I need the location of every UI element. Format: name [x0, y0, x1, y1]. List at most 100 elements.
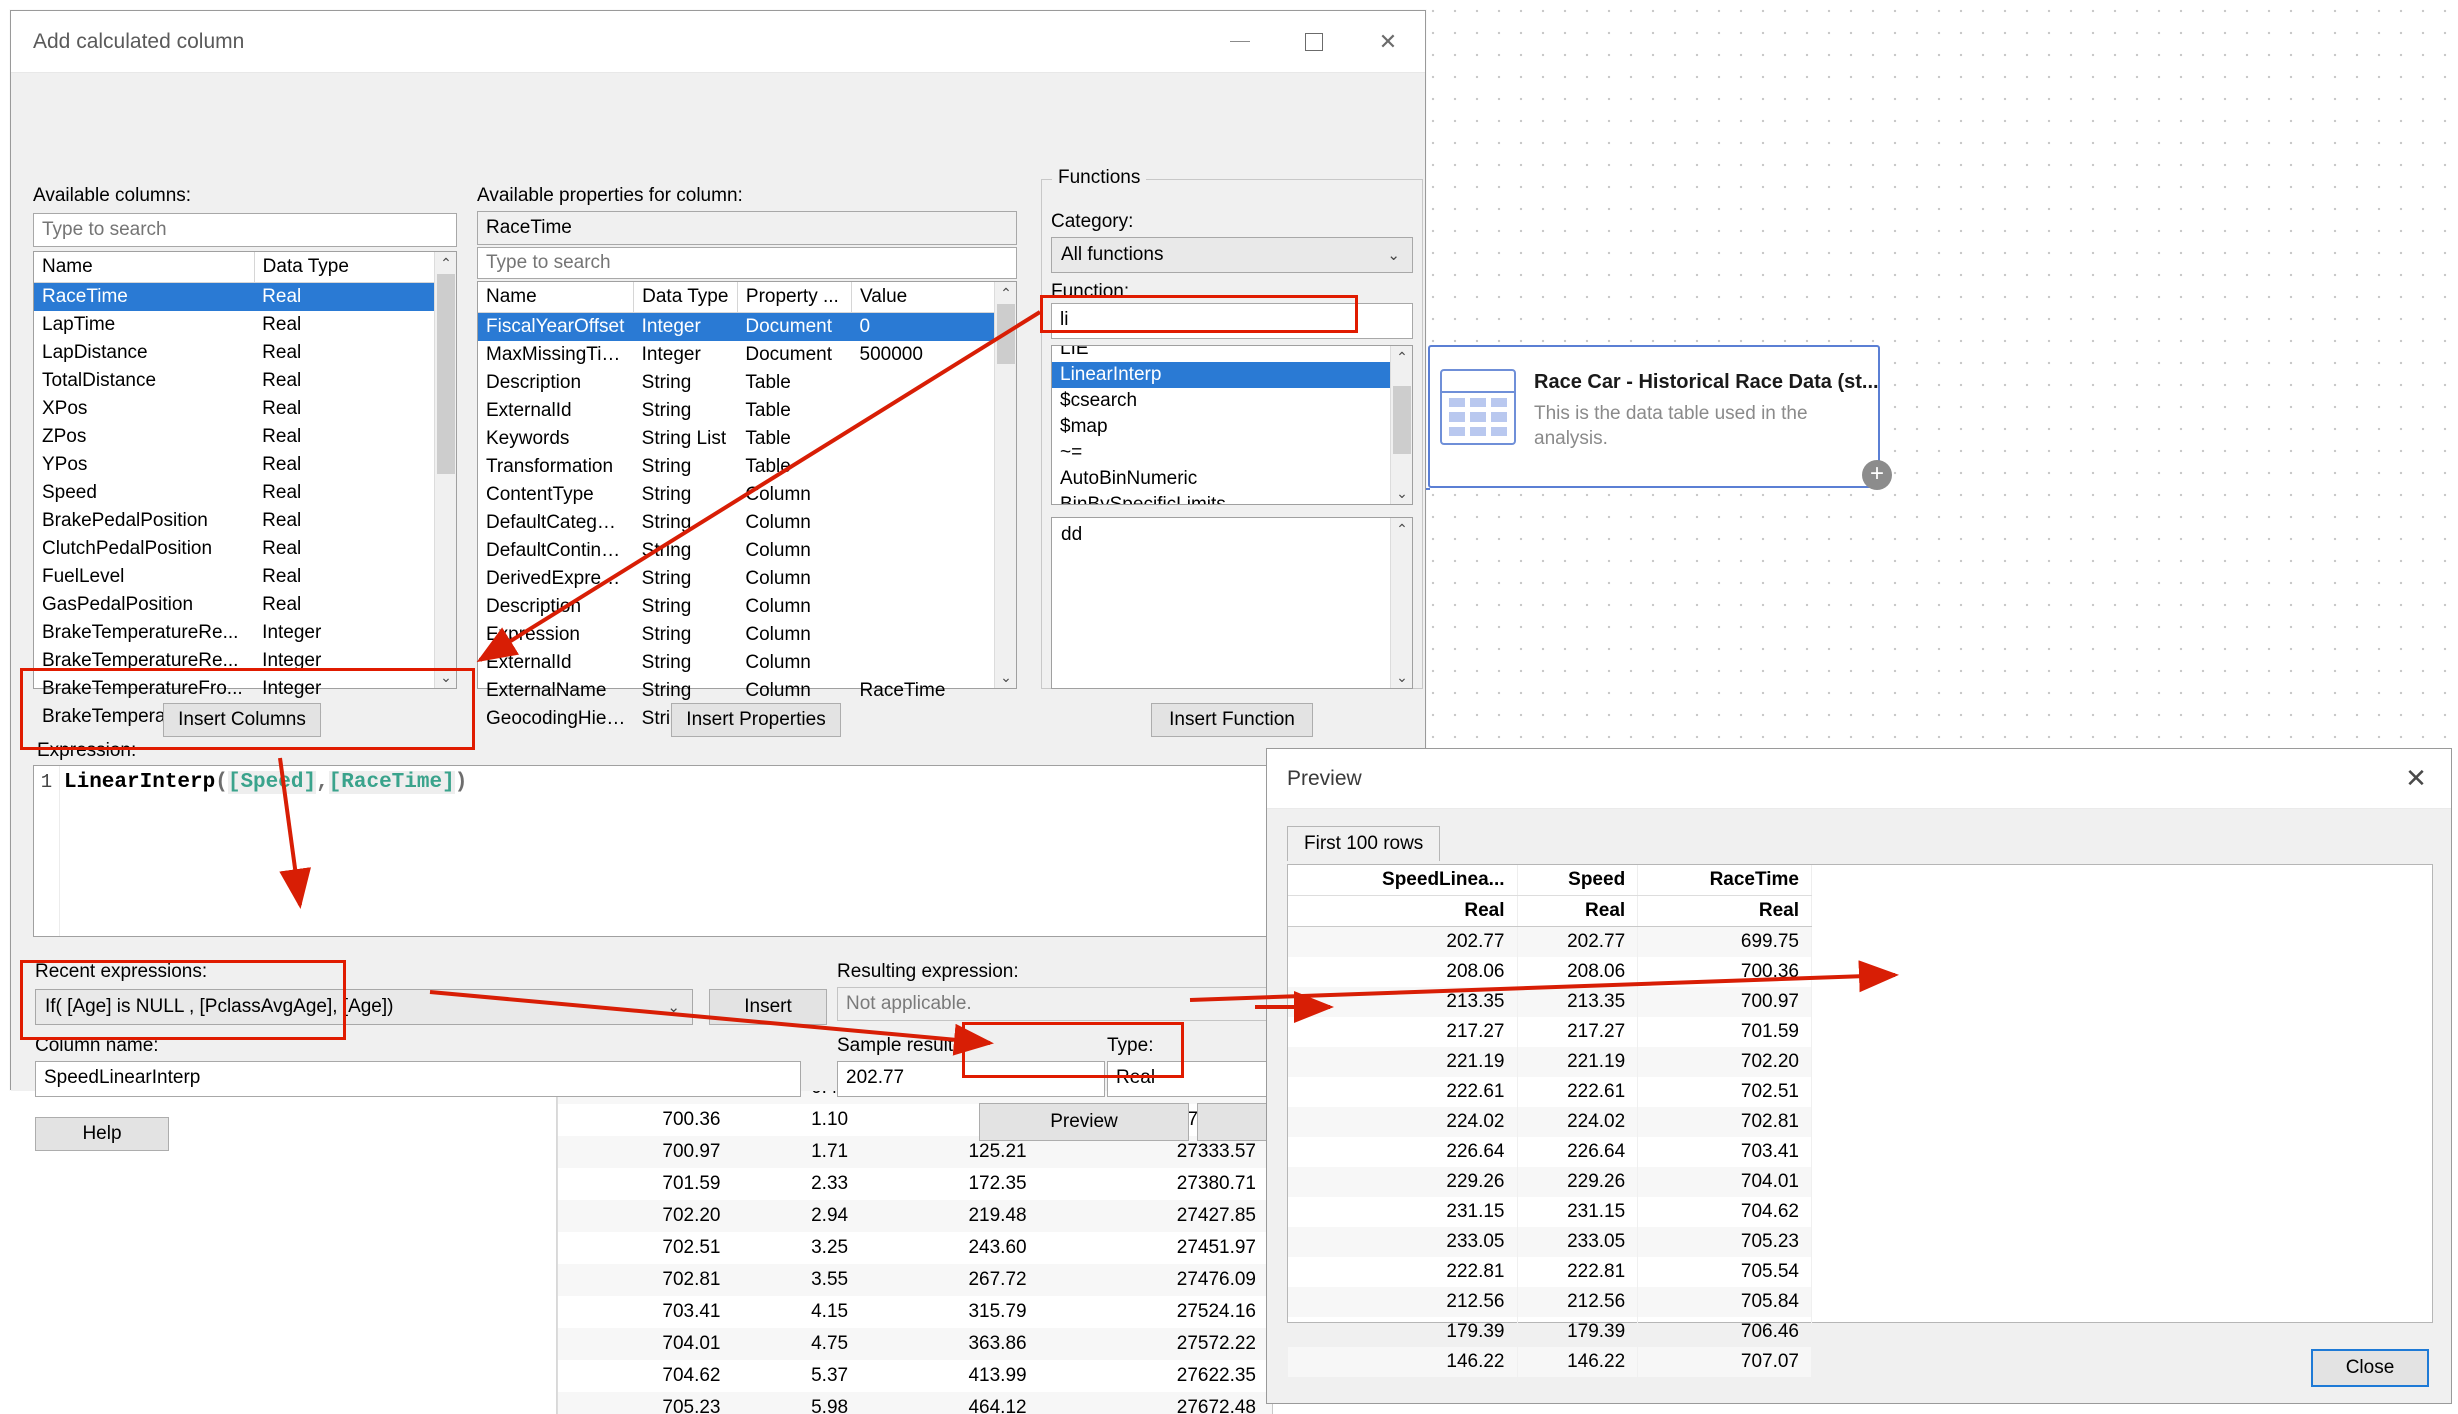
- list-item[interactable]: MaxMissingTime... Integer Document 500000: [478, 341, 1016, 369]
- table-cell: 705.23: [1637, 1227, 1812, 1257]
- recent-expressions-select[interactable]: If( [Age] is NULL , [PclassAvgAge], [Age…: [35, 989, 693, 1025]
- insert-properties-button[interactable]: Insert Properties: [671, 703, 841, 737]
- column-header[interactable]: Data Type: [254, 252, 457, 283]
- table-cell: Real: [262, 426, 302, 447]
- list-item[interactable]: FiscalYearOffset Integer Document 0: [478, 312, 1016, 341]
- table-cell: Column: [745, 568, 811, 589]
- insert-recent-button[interactable]: Insert: [709, 989, 827, 1025]
- list-item[interactable]: BrakeTemperatureRe... Integer: [34, 647, 456, 675]
- scroll-up-icon[interactable]: ⌃: [1391, 518, 1413, 540]
- table-row: 222.81 222.81 705.54: [1288, 1257, 1812, 1287]
- available-properties-label: Available properties for column:: [477, 185, 743, 206]
- column-header[interactable]: Property ...: [737, 282, 853, 313]
- scroll-thumb[interactable]: [997, 304, 1015, 364]
- available-properties-list[interactable]: Name Data Type Property ... Value FiscalYea…: [477, 281, 1017, 729]
- list-item[interactable]: Speed Real: [34, 479, 456, 507]
- scroll-thumb[interactable]: [437, 274, 455, 474]
- preview-button[interactable]: Preview: [979, 1103, 1189, 1141]
- function-search-input[interactable]: li: [1051, 303, 1413, 339]
- columns-search-input[interactable]: [33, 213, 457, 247]
- table-cell: 231.15: [1288, 1197, 1518, 1227]
- list-item[interactable]: BrakeTemperatureRe... Integer: [34, 619, 456, 647]
- column-header[interactable]: Name: [478, 282, 635, 313]
- properties-scrollbar[interactable]: ⌃ ⌄: [994, 282, 1016, 688]
- expression-editor[interactable]: 1 LinearInterp([Speed],[RaceTime]): [33, 765, 1408, 937]
- insert-function-button[interactable]: Insert Function: [1151, 703, 1313, 737]
- list-item[interactable]: $csearch: [1052, 388, 1390, 414]
- add-node-plus-icon[interactable]: +: [1862, 460, 1892, 490]
- expression-token: [RaceTime]: [328, 771, 455, 794]
- dialog-titlebar: Add calculated column ✕: [11, 11, 1425, 73]
- minimize-icon[interactable]: [1203, 12, 1277, 72]
- scroll-down-icon[interactable]: ⌄: [995, 666, 1017, 688]
- list-item[interactable]: LapDistance Real: [34, 339, 456, 367]
- column-header[interactable]: SpeedLinea...: [1288, 865, 1518, 896]
- list-item[interactable]: ContentType String Column: [478, 481, 1016, 509]
- column-header[interactable]: RaceTime: [1637, 865, 1812, 896]
- scroll-down-icon[interactable]: ⌄: [1391, 482, 1412, 504]
- scroll-thumb[interactable]: [1393, 386, 1411, 454]
- close-icon[interactable]: ✕: [2381, 763, 2451, 794]
- table-cell: [852, 621, 1016, 649]
- list-item[interactable]: FuelLevel Real: [34, 563, 456, 591]
- list-item[interactable]: YPos Real: [34, 451, 456, 479]
- list-item[interactable]: AutoBinNumeric: [1052, 466, 1390, 492]
- list-item[interactable]: ZPos Real: [34, 423, 456, 451]
- property-column-value: RaceTime: [477, 211, 1017, 245]
- list-item[interactable]: TotalDistance Real: [34, 367, 456, 395]
- preview-close-button[interactable]: Close: [2311, 1349, 2429, 1387]
- table-row: 702.81 3.55 267.72 27476.09: [558, 1264, 1272, 1296]
- category-select[interactable]: All functions ⌄: [1051, 237, 1413, 273]
- scroll-up-icon[interactable]: ⌃: [435, 252, 457, 274]
- maximize-icon[interactable]: [1277, 12, 1351, 72]
- list-item[interactable]: Description String Column: [478, 593, 1016, 621]
- functions-list[interactable]: LIE LinearInterp $csearch $map ~= AutoBinNume…: [1051, 345, 1413, 505]
- add-calculated-column-dialog: Add calculated column ✕ Available column…: [10, 10, 1426, 1151]
- category-value: All functions: [1061, 244, 1164, 265]
- list-item[interactable]: BrakePedalPosition Real: [34, 507, 456, 535]
- column-header[interactable]: Data Type: [633, 282, 738, 313]
- columns-scrollbar[interactable]: ⌃ ⌄: [434, 252, 456, 688]
- scroll-down-icon[interactable]: ⌄: [1391, 666, 1413, 688]
- list-item[interactable]: RaceTime Real: [34, 282, 456, 311]
- list-item[interactable]: $map: [1052, 414, 1390, 440]
- list-item[interactable]: DerivedExpression String Column: [478, 565, 1016, 593]
- list-item[interactable]: Description String Table: [478, 369, 1016, 397]
- list-item[interactable]: Keywords String List Table: [478, 425, 1016, 453]
- tab-first-100-rows[interactable]: First 100 rows: [1287, 826, 1441, 861]
- list-item[interactable]: Transformation String Table: [478, 453, 1016, 481]
- list-item[interactable]: ClutchPedalPosition Real: [34, 535, 456, 563]
- description-scrollbar[interactable]: ⌃ ⌄: [1390, 518, 1412, 688]
- list-item[interactable]: BinBySpecificLimits: [1052, 492, 1390, 504]
- column-header[interactable]: Value: [851, 282, 1016, 313]
- data-table-node[interactable]: Race Car - Historical Race Data (st... T…: [1428, 345, 1880, 488]
- list-item[interactable]: DefaultCategoric... String Column: [478, 509, 1016, 537]
- table-cell: 221.19: [1517, 1047, 1639, 1077]
- list-item[interactable]: LinearInterp: [1052, 362, 1390, 388]
- help-button[interactable]: Help: [35, 1117, 169, 1151]
- table-cell: 699.75: [1637, 926, 1812, 957]
- column-header[interactable]: Speed: [1517, 865, 1639, 896]
- list-item[interactable]: XPos Real: [34, 395, 456, 423]
- list-item[interactable]: Expression String Column: [478, 621, 1016, 649]
- table-cell: 700.36: [1637, 957, 1812, 987]
- list-item[interactable]: DefaultContinuo... String Column: [478, 537, 1016, 565]
- list-item[interactable]: ExternalId String Column: [478, 649, 1016, 677]
- scroll-down-icon[interactable]: ⌄: [435, 666, 457, 688]
- list-item[interactable]: ~=: [1052, 440, 1390, 466]
- insert-columns-button[interactable]: Insert Columns: [163, 703, 321, 737]
- column-name-input[interactable]: SpeedLinearInterp: [35, 1061, 801, 1097]
- available-columns-list[interactable]: Name Data Type RaceTime Real LapTime Real Lap…: [33, 251, 457, 727]
- list-item[interactable]: ExternalName String Column RaceTime: [478, 677, 1016, 705]
- properties-search-input[interactable]: [477, 247, 1017, 279]
- list-item[interactable]: GasPedalPosition Real: [34, 591, 456, 619]
- list-item[interactable]: BrakeTemperatureFro... Integer: [34, 675, 456, 703]
- list-item[interactable]: LapTime Real: [34, 311, 456, 339]
- scroll-up-icon[interactable]: ⌃: [1391, 346, 1412, 368]
- functions-scrollbar[interactable]: ⌃ ⌄: [1390, 346, 1412, 504]
- list-item[interactable]: LIE: [1052, 346, 1390, 362]
- scroll-up-icon[interactable]: ⌃: [995, 282, 1017, 304]
- close-icon[interactable]: ✕: [1351, 12, 1425, 72]
- column-header[interactable]: Name: [34, 252, 255, 283]
- list-item[interactable]: ExternalId String Table: [478, 397, 1016, 425]
